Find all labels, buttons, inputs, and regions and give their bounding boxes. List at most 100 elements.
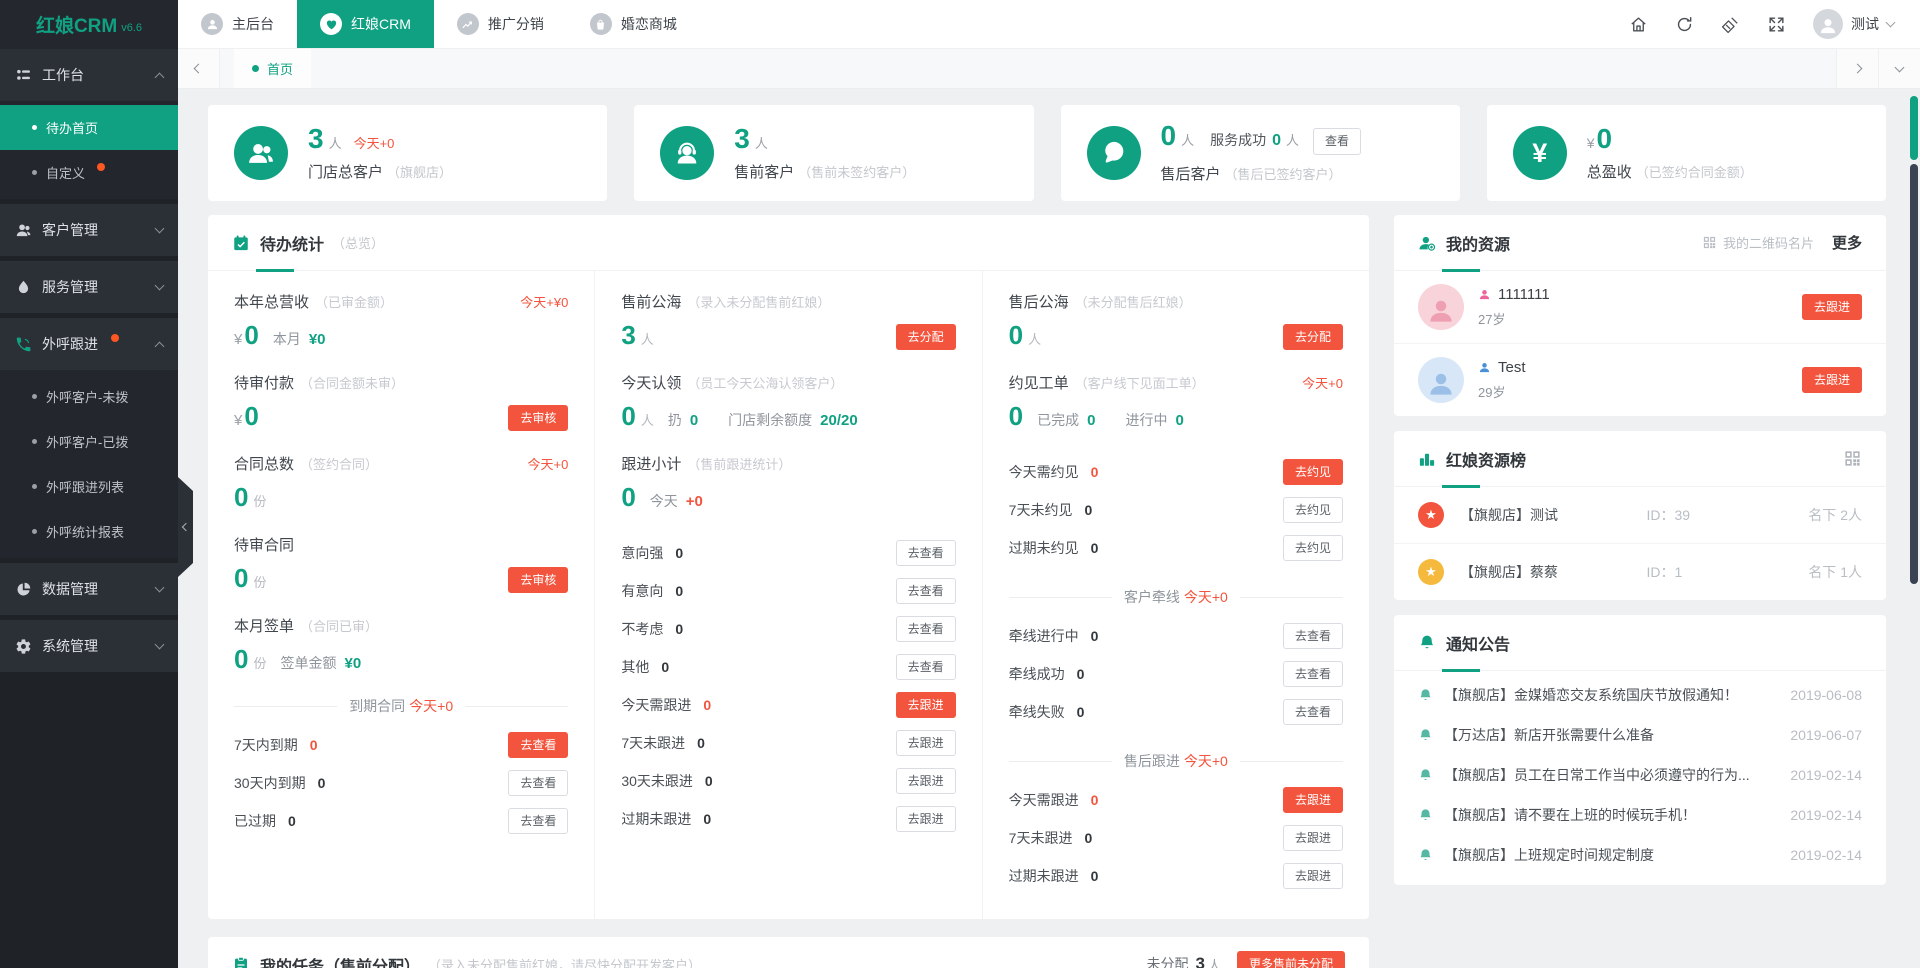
users-icon [247,139,275,167]
divider-line [1240,761,1343,762]
tab-home[interactable]: 首页 [234,49,311,88]
promo-icon [461,18,474,31]
topnav-tab-heart[interactable]: 红娘CRM [297,0,434,48]
stat-value: 0 [1597,125,1613,153]
notice-item[interactable]: 【旗舰店】金媒婚恋交友系统国庆节放假通知！2019-06-08 [1394,675,1886,715]
go-button[interactable]: 去查看 [896,540,956,566]
matchmaker-ranking-title: 红娘资源榜 [1446,447,1526,471]
sidebar-subitem[interactable]: 待办首页 [0,105,178,150]
todo-column-1: 售前公海（录入未分配售前红娘）3人去分配今天认领（员工今天公海认领客户）0人扔0… [595,271,982,919]
scrollbar-accent-thumb[interactable] [1910,96,1918,160]
stat-unit: 人 [1181,130,1194,149]
sidebar-item-customer[interactable]: 客户管理 [0,204,178,256]
todo-columns: 本年总营收（已审金额）今天+¥0¥0本月¥0待审付款（合同金额未审）¥0去审核合… [208,271,1369,919]
user-name: 测试 [1851,14,1879,34]
resource-item: 111111127岁去跟进 [1394,271,1886,344]
sidebar-collapse-handle[interactable] [178,477,193,577]
todo-item-row: 牵线失败0去查看 [1009,693,1343,731]
go-button[interactable]: 去约见 [1283,459,1343,485]
chevron-left-icon [181,523,189,531]
go-button[interactable]: 去查看 [508,732,568,758]
notice-item[interactable]: 【旗舰店】请不要在上班的时候玩手机！2019-02-14 [1394,795,1886,835]
go-button[interactable]: 去跟进 [1283,863,1343,889]
sidebar-subitem[interactable]: 外呼客户-已拨 [0,419,178,464]
sidebar-item-settings[interactable]: 系统管理 [0,620,178,672]
todo-item-row: 7天未跟进0去跟进 [621,724,955,762]
go-button[interactable]: 去跟进 [896,768,956,794]
notice-item[interactable]: 【万达店】新店开张需要什么准备2019-06-07 [1394,715,1886,755]
stat-title: 总盈收 [1587,161,1632,182]
tab-menu-button[interactable] [1878,49,1920,88]
go-button[interactable]: 去跟进 [1283,787,1343,813]
go-button[interactable]: 去查看 [1283,661,1343,687]
divider-line [1009,597,1112,598]
stat-block-label: 待审合同 [234,534,294,555]
qr-card-link[interactable]: 我的二维码名片 [1702,233,1814,252]
value-extra: 0 [690,412,698,429]
person-icon [1818,16,1838,36]
app-logo: 红娘CRM v6.6 [0,0,178,49]
tab-scroll-left-button[interactable] [178,49,220,88]
clean-button[interactable] [1721,15,1740,34]
sidebar-item-service[interactable]: 服务管理 [0,261,178,313]
go-button[interactable]: 去查看 [896,654,956,680]
agent-icon [673,139,701,167]
chevron-up-icon [155,341,165,351]
todo-column-2: 售后公海（未分配售后红娘）0人去分配约见工单（客户线下见面工单）今天+00已完成… [983,271,1369,919]
go-button[interactable]: 去跟进 [896,806,956,832]
follow-up-button[interactable]: 去跟进 [1802,367,1862,393]
topnav-tab-promo[interactable]: 推广分销 [434,0,567,48]
review-button[interactable]: 去审核 [508,567,568,593]
todo-stats-header: 待办统计 （总览） [208,215,1369,271]
sidebar-subitem[interactable]: 外呼统计报表 [0,509,178,554]
stat-note: （售前未签约客户） [798,162,915,181]
sidebar-item-phone[interactable]: 外呼跟进 [0,318,178,370]
todo-item-row: 牵线成功0去查看 [1009,655,1343,693]
topbar-actions: 测试 [1629,0,1920,48]
home-button[interactable] [1629,15,1648,34]
go-button[interactable]: 去查看 [1283,623,1343,649]
go-button[interactable]: 去跟进 [896,730,956,756]
resources-more-link[interactable]: 更多 [1832,232,1862,253]
go-button[interactable]: 去约见 [1283,535,1343,561]
user-menu[interactable]: 测试 [1813,9,1894,39]
divider-label: 售后跟进 [1124,751,1180,771]
view-button[interactable]: 查看 [1313,128,1361,154]
sidebar-item-workbench[interactable]: 工作台 [0,49,178,101]
refresh-button[interactable] [1675,15,1694,34]
my-tasks-note: （录入未分配售前红娘，请尽快分配开发客户） [428,955,701,968]
go-button[interactable]: 去查看 [508,808,568,834]
go-button[interactable]: 去查看 [896,616,956,642]
go-button[interactable]: 去跟进 [1283,825,1343,851]
go-button[interactable]: 去约见 [1283,497,1343,523]
assign-button[interactable]: 去分配 [896,324,956,350]
bell-icon [1418,848,1433,863]
fullscreen-button[interactable] [1767,15,1786,34]
topnav-tab-mall[interactable]: 婚恋商城 [567,0,700,48]
follow-up-button[interactable]: 去跟进 [1802,294,1862,320]
item-value: 0 [288,813,296,829]
go-button[interactable]: 去跟进 [896,692,956,718]
header-accent-underline [1442,485,1480,488]
notice-item[interactable]: 【旗舰店】员工在日常工作当中必须遵守的行为...2019-02-14 [1394,755,1886,795]
tab-scroll-right-button[interactable] [1836,49,1878,88]
scrollbar-thumb[interactable] [1910,164,1918,584]
podium-icon [1418,450,1436,468]
go-button[interactable]: 去查看 [508,770,568,796]
person-icon [1426,369,1456,399]
review-button[interactable]: 去审核 [508,405,568,431]
sidebar-subitem[interactable]: 外呼客户-未拨 [0,374,178,419]
assign-button[interactable]: 去分配 [1283,324,1343,350]
resource-item: Test29岁去跟进 [1394,344,1886,416]
sidebar-subitem[interactable]: 外呼跟进列表 [0,464,178,509]
more-unassigned-button[interactable]: 更多售前未分配 [1237,951,1345,968]
topnav-tab-admin[interactable]: 主后台 [178,0,297,48]
app-version: v6.6 [121,22,142,34]
ranking-qr-button[interactable] [1843,449,1862,468]
notice-item[interactable]: 【旗舰店】上班规定时间规定制度2019-02-14 [1394,835,1886,875]
go-button[interactable]: 去查看 [1283,699,1343,725]
go-button[interactable]: 去查看 [896,578,956,604]
admin-icon [206,18,219,31]
sidebar-item-data[interactable]: 数据管理 [0,563,178,615]
sidebar-subitem[interactable]: 自定义 [0,150,178,195]
